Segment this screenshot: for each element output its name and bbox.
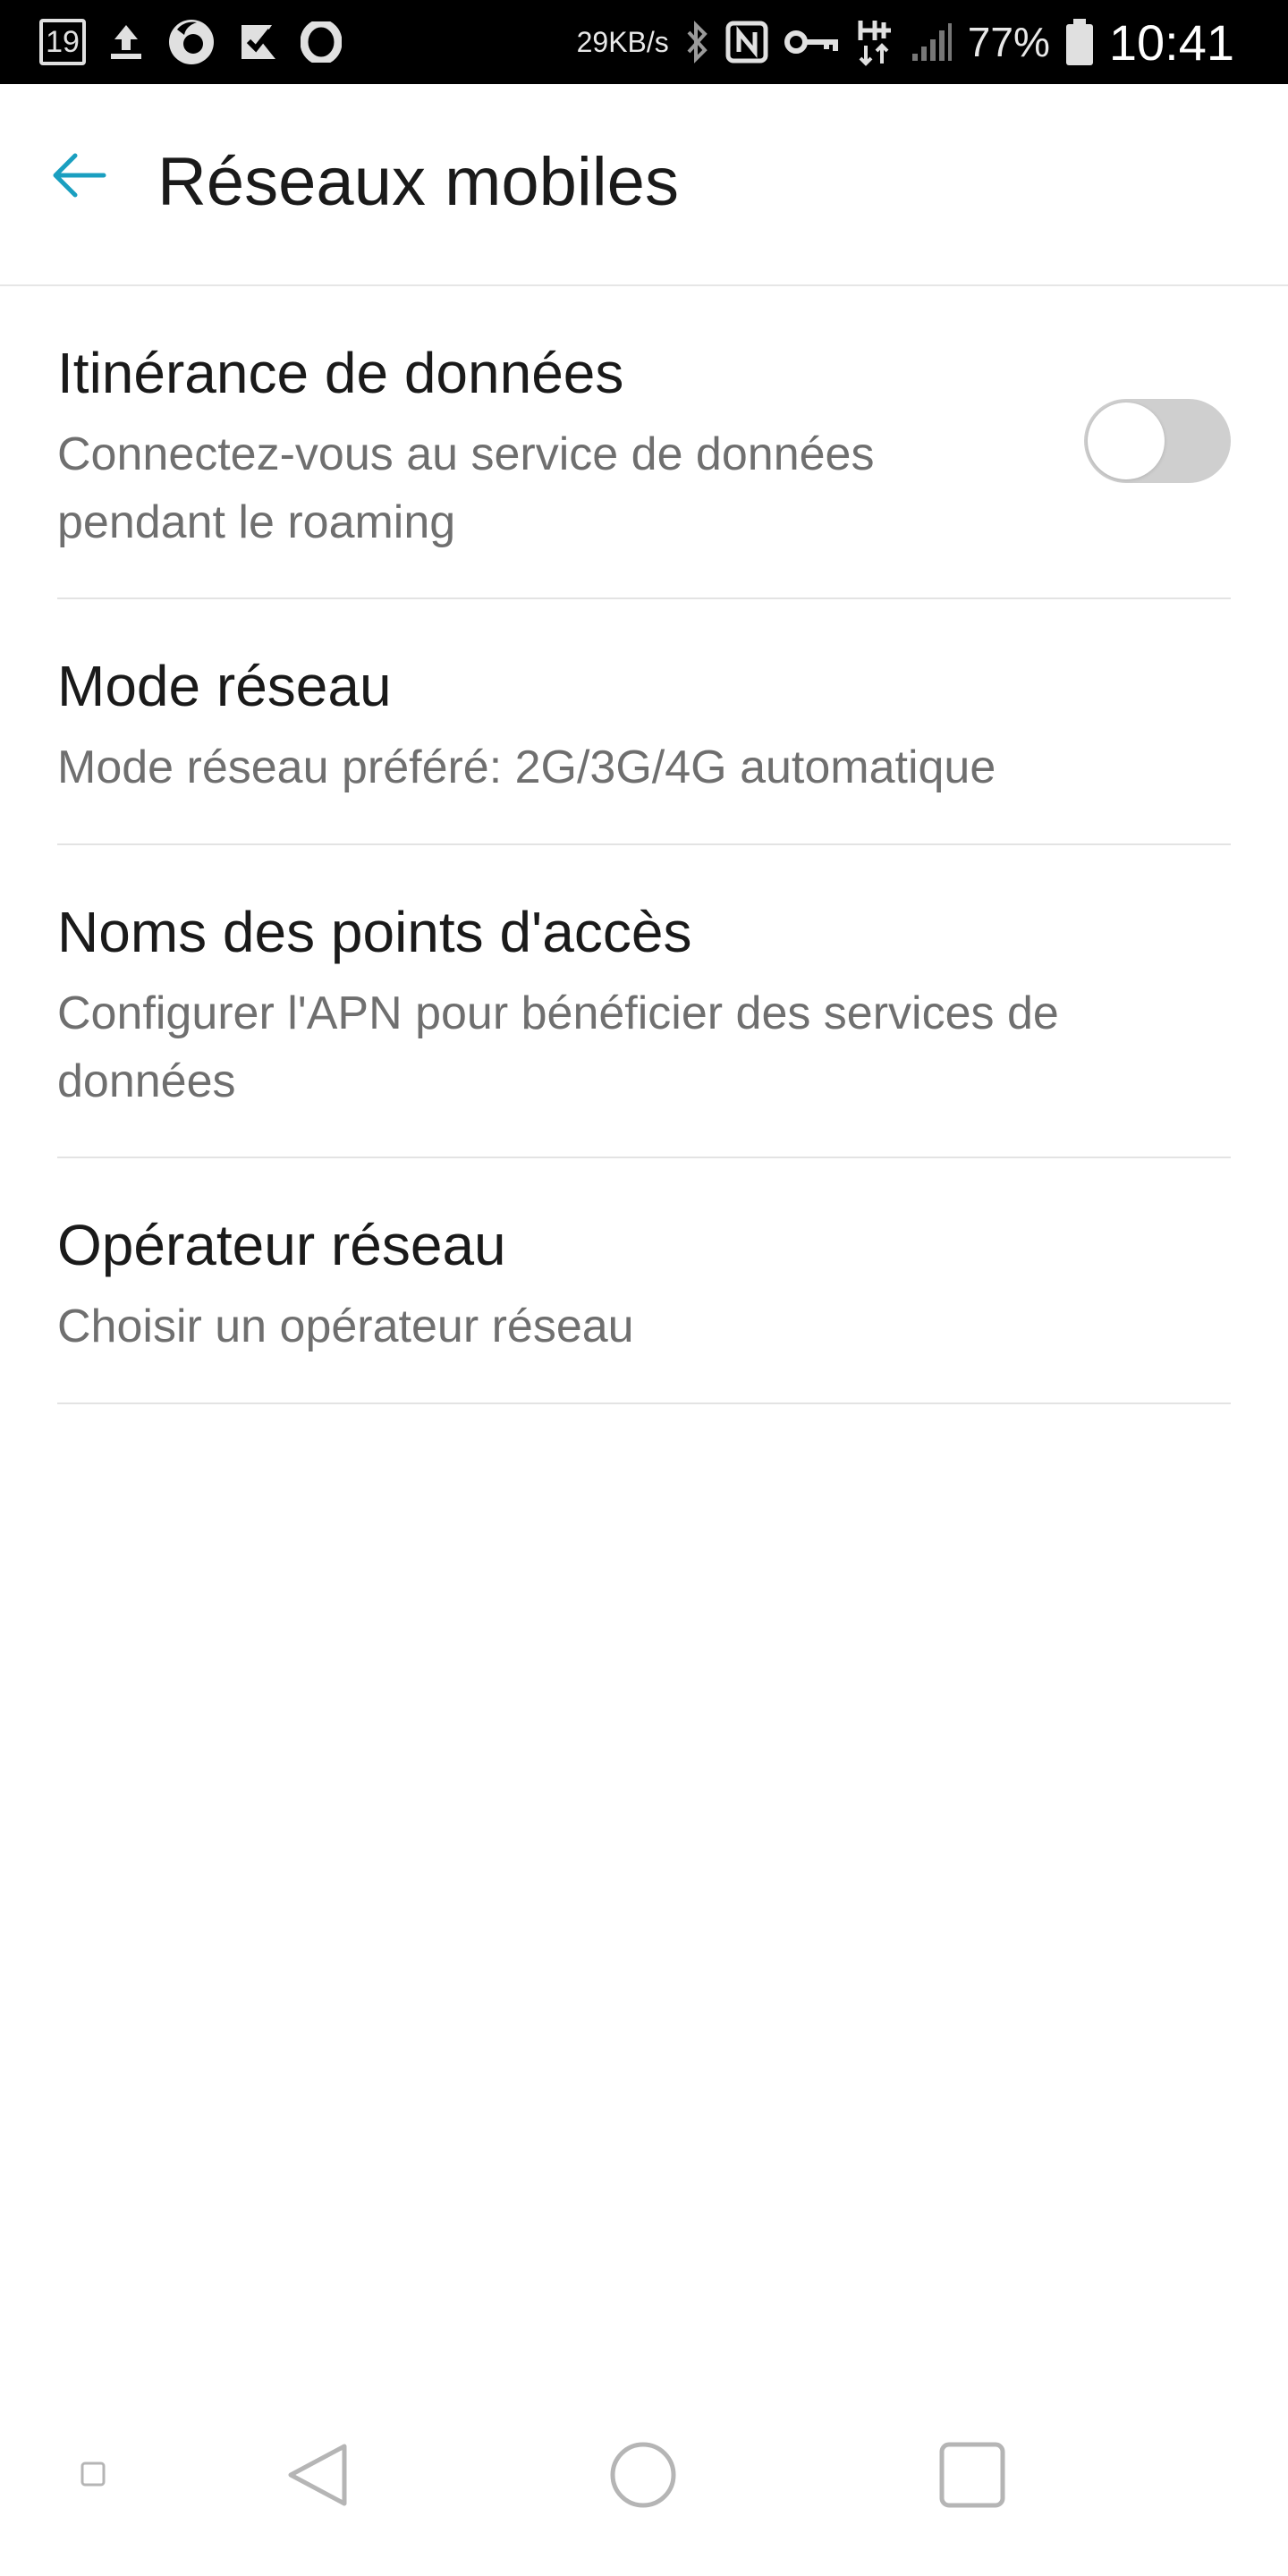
battery-percent: 77%	[967, 19, 1050, 65]
settings-list: Itinérance de données Connectez-vous au …	[0, 286, 1288, 1404]
calendar-day: 19	[39, 19, 86, 65]
opera-icon	[301, 21, 342, 63]
back-arrow-icon	[50, 147, 107, 208]
pin-icon	[80, 2462, 106, 2491]
task-check-icon	[236, 20, 281, 64]
status-bar-notifications: 19	[39, 14, 342, 70]
nav-recents-button[interactable]	[923, 2428, 1021, 2526]
page-title: Réseaux mobiles	[157, 144, 679, 220]
network-speed: 29KB/s	[576, 25, 669, 58]
status-bar: 19 29KB/s 77% 10:41	[0, 0, 1288, 84]
data-roaming-toggle[interactable]	[1084, 399, 1231, 483]
setting-subtitle: Configurer l'APN pour bénéficier des ser…	[57, 987, 1059, 1107]
status-bar-system: 29KB/s 77% 10:41	[577, 13, 1234, 72]
calendar-icon: 19	[39, 19, 86, 65]
app-bar: Réseaux mobiles	[0, 84, 1288, 286]
recents-icon	[936, 2439, 1008, 2515]
home-icon	[607, 2439, 679, 2515]
data-hplus-icon	[855, 17, 894, 67]
back-button[interactable]	[36, 134, 122, 220]
setting-title: Opérateur réseau	[57, 1213, 506, 1277]
setting-title: Noms des points d'accès	[57, 900, 692, 964]
toggle-knob	[1088, 402, 1165, 479]
vpn-key-icon	[784, 24, 841, 60]
clock: 10:41	[1108, 13, 1234, 71]
setting-data-roaming[interactable]: Itinérance de données Connectez-vous au …	[57, 286, 1231, 599]
setting-network-mode[interactable]: Mode réseau Mode réseau préféré: 2G/3G/4…	[57, 599, 1231, 845]
pin-button[interactable]	[68, 2451, 118, 2501]
setting-subtitle: Choisir un opérateur réseau	[57, 1301, 634, 1352]
nav-back-button[interactable]	[268, 2428, 367, 2526]
setting-network-operator[interactable]: Opérateur réseau Choisir un opérateur ré…	[57, 1158, 1231, 1404]
back-icon	[282, 2439, 353, 2515]
bluetooth-icon	[683, 20, 710, 64]
setting-access-point-names[interactable]: Noms des points d'accès Configurer l'APN…	[57, 845, 1231, 1158]
nfc-icon	[724, 20, 769, 64]
signal-icon	[909, 20, 953, 64]
battery-icon	[1064, 17, 1095, 67]
setting-title: Itinérance de données	[57, 341, 624, 405]
upload-icon	[106, 21, 147, 63]
navigation-bar	[0, 2406, 1288, 2558]
setting-subtitle: Connectez-vous au service de données pen…	[57, 428, 875, 548]
firefox-icon	[166, 17, 216, 67]
nav-home-button[interactable]	[594, 2428, 692, 2526]
setting-title: Mode réseau	[57, 654, 392, 718]
setting-subtitle: Mode réseau préféré: 2G/3G/4G automatiqu…	[57, 741, 996, 793]
